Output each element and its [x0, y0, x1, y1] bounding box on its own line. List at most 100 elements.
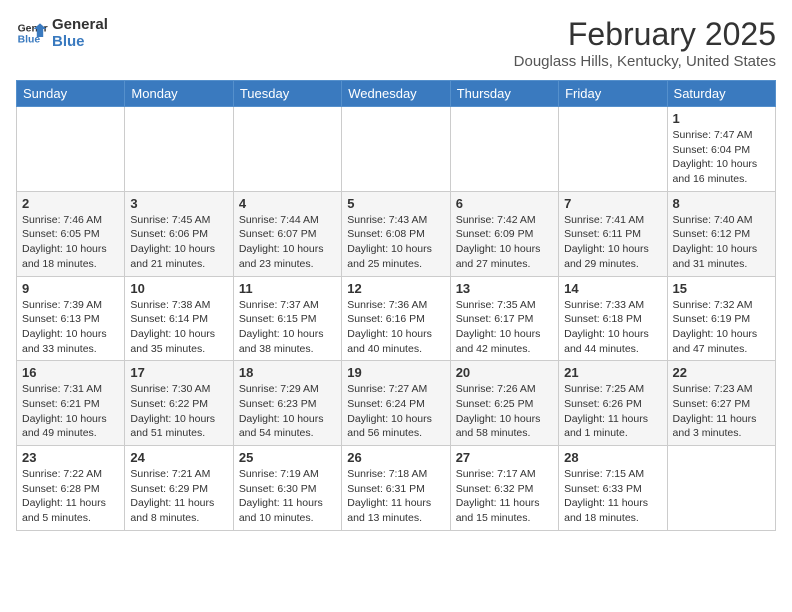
day-info: Sunrise: 7:19 AM Sunset: 6:30 PM Dayligh… — [239, 467, 336, 526]
calendar-cell: 14 Sunrise: 7:33 AM Sunset: 6:18 PM Dayli… — [559, 276, 667, 361]
day-info: Sunrise: 7:27 AM Sunset: 6:24 PM Dayligh… — [347, 382, 444, 441]
day-info: Sunrise: 7:46 AM Sunset: 6:05 PM Dayligh… — [22, 213, 119, 272]
calendar-cell: 1 Sunrise: 7:47 AM Sunset: 6:04 PM Daylig… — [667, 107, 775, 192]
weekday-header-wednesday: Wednesday — [342, 81, 450, 107]
day-number: 12 — [347, 281, 444, 296]
calendar-cell — [667, 446, 775, 531]
logo-text-general: General — [52, 16, 108, 33]
day-number: 27 — [456, 450, 553, 465]
calendar-cell — [559, 107, 667, 192]
calendar-cell: 6 Sunrise: 7:42 AM Sunset: 6:09 PM Daylig… — [450, 191, 558, 276]
calendar-cell: 16 Sunrise: 7:31 AM Sunset: 6:21 PM Dayli… — [17, 361, 125, 446]
weekday-header-monday: Monday — [125, 81, 233, 107]
day-number: 8 — [673, 196, 770, 211]
day-info: Sunrise: 7:45 AM Sunset: 6:06 PM Dayligh… — [130, 213, 227, 272]
day-info: Sunrise: 7:30 AM Sunset: 6:22 PM Dayligh… — [130, 382, 227, 441]
calendar-cell: 10 Sunrise: 7:38 AM Sunset: 6:14 PM Dayli… — [125, 276, 233, 361]
day-number: 16 — [22, 365, 119, 380]
day-info: Sunrise: 7:39 AM Sunset: 6:13 PM Dayligh… — [22, 298, 119, 357]
weekday-header-sunday: Sunday — [17, 81, 125, 107]
day-number: 13 — [456, 281, 553, 296]
day-info: Sunrise: 7:33 AM Sunset: 6:18 PM Dayligh… — [564, 298, 661, 357]
day-info: Sunrise: 7:21 AM Sunset: 6:29 PM Dayligh… — [130, 467, 227, 526]
calendar-cell: 22 Sunrise: 7:23 AM Sunset: 6:27 PM Dayli… — [667, 361, 775, 446]
day-info: Sunrise: 7:47 AM Sunset: 6:04 PM Dayligh… — [673, 128, 770, 187]
logo-text-blue: Blue — [52, 33, 108, 50]
calendar-cell: 25 Sunrise: 7:19 AM Sunset: 6:30 PM Dayli… — [233, 446, 341, 531]
day-info: Sunrise: 7:26 AM Sunset: 6:25 PM Dayligh… — [456, 382, 553, 441]
calendar-cell: 26Sunrise: 7:18 AM Sunset: 6:31 PM Dayli… — [342, 446, 450, 531]
day-info: Sunrise: 7:29 AM Sunset: 6:23 PM Dayligh… — [239, 382, 336, 441]
location-title: Douglass Hills, Kentucky, United States — [514, 53, 776, 70]
calendar-cell: 18 Sunrise: 7:29 AM Sunset: 6:23 PM Dayli… — [233, 361, 341, 446]
day-info: Sunrise: 7:31 AM Sunset: 6:21 PM Dayligh… — [22, 382, 119, 441]
calendar-cell: 11 Sunrise: 7:37 AM Sunset: 6:15 PM Dayli… — [233, 276, 341, 361]
page-header: General Blue General Blue February 2025 … — [16, 16, 776, 70]
day-number: 3 — [130, 196, 227, 211]
day-number: 2 — [22, 196, 119, 211]
weekday-header-friday: Friday — [559, 81, 667, 107]
calendar-cell: 13 Sunrise: 7:35 AM Sunset: 6:17 PM Dayli… — [450, 276, 558, 361]
day-number: 5 — [347, 196, 444, 211]
calendar-cell — [450, 107, 558, 192]
day-number: 11 — [239, 281, 336, 296]
day-info: Sunrise: 7:17 AM Sunset: 6:32 PM Dayligh… — [456, 467, 553, 526]
day-info: Sunrise: 7:44 AM Sunset: 6:07 PM Dayligh… — [239, 213, 336, 272]
day-info: Sunrise: 7:40 AM Sunset: 6:12 PM Dayligh… — [673, 213, 770, 272]
day-number: 4 — [239, 196, 336, 211]
day-info: Sunrise: 7:23 AM Sunset: 6:27 PM Dayligh… — [673, 382, 770, 441]
calendar-table: SundayMondayTuesdayWednesdayThursdayFrid… — [16, 80, 776, 531]
calendar-cell: 7 Sunrise: 7:41 AM Sunset: 6:11 PM Daylig… — [559, 191, 667, 276]
calendar-cell: 12 Sunrise: 7:36 AM Sunset: 6:16 PM Dayli… — [342, 276, 450, 361]
day-number: 6 — [456, 196, 553, 211]
day-number: 9 — [22, 281, 119, 296]
day-number: 23 — [22, 450, 119, 465]
calendar-cell: 5Sunrise: 7:43 AM Sunset: 6:08 PM Daylig… — [342, 191, 450, 276]
day-info: Sunrise: 7:32 AM Sunset: 6:19 PM Dayligh… — [673, 298, 770, 357]
calendar-cell: 27 Sunrise: 7:17 AM Sunset: 6:32 PM Dayli… — [450, 446, 558, 531]
day-number: 14 — [564, 281, 661, 296]
day-number: 24 — [130, 450, 227, 465]
calendar-cell: 2 Sunrise: 7:46 AM Sunset: 6:05 PM Daylig… — [17, 191, 125, 276]
calendar-cell: 9 Sunrise: 7:39 AM Sunset: 6:13 PM Daylig… — [17, 276, 125, 361]
calendar-cell — [233, 107, 341, 192]
weekday-header-thursday: Thursday — [450, 81, 558, 107]
day-info: Sunrise: 7:36 AM Sunset: 6:16 PM Dayligh… — [347, 298, 444, 357]
day-info: Sunrise: 7:42 AM Sunset: 6:09 PM Dayligh… — [456, 213, 553, 272]
day-number: 22 — [673, 365, 770, 380]
title-block: February 2025 Douglass Hills, Kentucky, … — [514, 16, 776, 70]
day-number: 10 — [130, 281, 227, 296]
calendar-cell: 4 Sunrise: 7:44 AM Sunset: 6:07 PM Daylig… — [233, 191, 341, 276]
day-number: 15 — [673, 281, 770, 296]
day-info: Sunrise: 7:35 AM Sunset: 6:17 PM Dayligh… — [456, 298, 553, 357]
day-info: Sunrise: 7:41 AM Sunset: 6:11 PM Dayligh… — [564, 213, 661, 272]
weekday-header-tuesday: Tuesday — [233, 81, 341, 107]
day-number: 26 — [347, 450, 444, 465]
day-number: 28 — [564, 450, 661, 465]
logo-icon: General Blue — [16, 17, 48, 49]
calendar-cell: 15 Sunrise: 7:32 AM Sunset: 6:19 PM Dayli… — [667, 276, 775, 361]
day-number: 18 — [239, 365, 336, 380]
day-info: Sunrise: 7:15 AM Sunset: 6:33 PM Dayligh… — [564, 467, 661, 526]
calendar-cell: 21 Sunrise: 7:25 AM Sunset: 6:26 PM Dayli… — [559, 361, 667, 446]
day-number: 25 — [239, 450, 336, 465]
calendar-cell: 23 Sunrise: 7:22 AM Sunset: 6:28 PM Dayli… — [17, 446, 125, 531]
calendar-cell: 3 Sunrise: 7:45 AM Sunset: 6:06 PM Daylig… — [125, 191, 233, 276]
day-info: Sunrise: 7:22 AM Sunset: 6:28 PM Dayligh… — [22, 467, 119, 526]
day-number: 1 — [673, 111, 770, 126]
calendar-cell: 28 Sunrise: 7:15 AM Sunset: 6:33 PM Dayli… — [559, 446, 667, 531]
day-number: 17 — [130, 365, 227, 380]
logo: General Blue General Blue — [16, 16, 108, 50]
calendar-cell: 20Sunrise: 7:26 AM Sunset: 6:25 PM Dayli… — [450, 361, 558, 446]
month-title: February 2025 — [514, 16, 776, 53]
calendar-cell — [342, 107, 450, 192]
day-number: 7 — [564, 196, 661, 211]
day-info: Sunrise: 7:37 AM Sunset: 6:15 PM Dayligh… — [239, 298, 336, 357]
calendar-cell: 17 Sunrise: 7:30 AM Sunset: 6:22 PM Dayli… — [125, 361, 233, 446]
day-number: 21 — [564, 365, 661, 380]
calendar-cell: 8 Sunrise: 7:40 AM Sunset: 6:12 PM Daylig… — [667, 191, 775, 276]
day-info: Sunrise: 7:38 AM Sunset: 6:14 PM Dayligh… — [130, 298, 227, 357]
day-info: Sunrise: 7:25 AM Sunset: 6:26 PM Dayligh… — [564, 382, 661, 441]
calendar-cell — [125, 107, 233, 192]
calendar-cell: 19Sunrise: 7:27 AM Sunset: 6:24 PM Dayli… — [342, 361, 450, 446]
